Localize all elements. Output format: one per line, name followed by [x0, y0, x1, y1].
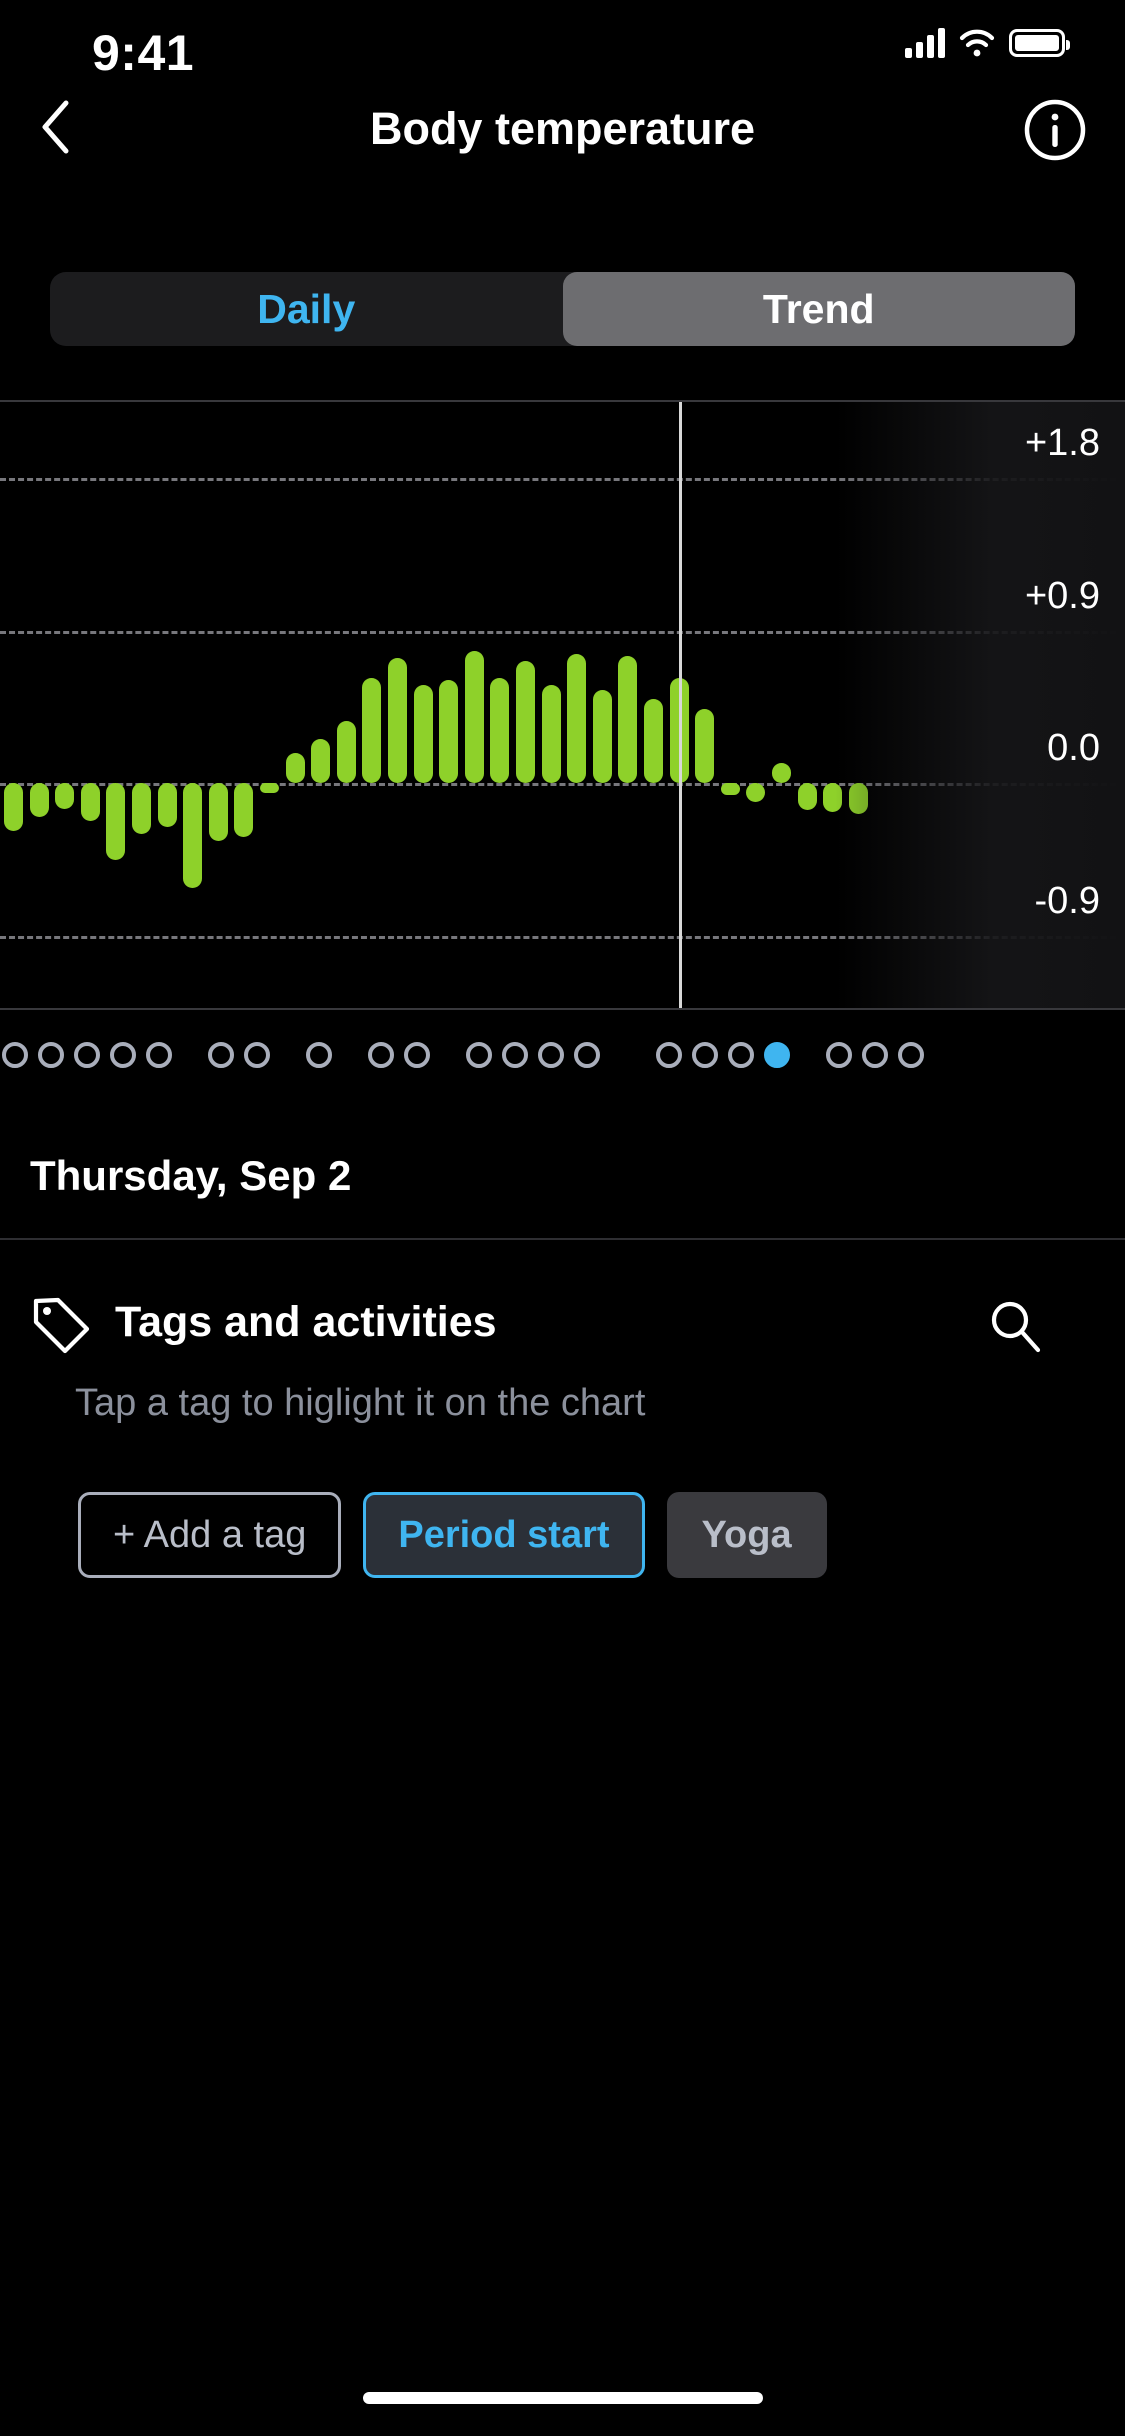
page-dot[interactable] — [146, 1042, 172, 1068]
chart-bar — [823, 783, 843, 813]
chart-bar — [311, 739, 331, 784]
page-dot[interactable] — [764, 1042, 790, 1068]
tag-chip[interactable]: Period start — [363, 1492, 645, 1578]
chart-bar — [388, 657, 407, 784]
chart-bar — [464, 651, 484, 784]
page-title: Body temperature — [369, 103, 756, 154]
chart-bar — [695, 708, 715, 784]
chart-bar — [157, 783, 177, 828]
chart-bar — [516, 661, 535, 784]
chart-bar — [208, 783, 228, 841]
tag-chip[interactable]: Yoga — [666, 1492, 827, 1578]
battery-full-icon — [1009, 29, 1070, 57]
tab-daily[interactable]: Daily — [50, 272, 563, 346]
page-dot[interactable] — [502, 1042, 528, 1068]
page-dot[interactable] — [38, 1042, 64, 1068]
page-dot[interactable] — [692, 1042, 718, 1068]
chart-bar — [260, 783, 279, 794]
chart-page-dots[interactable] — [0, 1020, 1125, 1100]
add-tag-button[interactable]: + Add a tag — [78, 1492, 342, 1578]
tags-section-title: Tags and activities — [115, 1298, 497, 1346]
chart-bars — [0, 402, 1125, 1008]
info-button[interactable] — [1023, 98, 1087, 162]
chart-bar — [720, 783, 740, 796]
chart-bar — [234, 783, 254, 838]
page-dot[interactable] — [656, 1042, 682, 1068]
chart-bar — [618, 656, 638, 784]
tab-trend[interactable]: Trend — [562, 272, 1075, 346]
view-mode-segmented-control[interactable]: Daily Trend — [50, 272, 1075, 346]
chart-bar — [336, 720, 356, 784]
chart-bar — [848, 783, 868, 814]
y-axis-tick-label: +1.8 — [1024, 422, 1100, 465]
chart-bar — [592, 690, 612, 784]
status-bar-icons — [905, 28, 1070, 58]
info-circle-icon — [1023, 99, 1087, 166]
page-dot[interactable] — [208, 1042, 234, 1068]
section-divider — [0, 1238, 1125, 1240]
chart-bar — [362, 678, 382, 784]
chart-bar — [4, 783, 23, 831]
search-icon[interactable] — [985, 1296, 1045, 1356]
wifi-icon — [959, 28, 995, 58]
chart-bar — [80, 783, 100, 821]
chart-bar — [29, 783, 49, 818]
chart-bar — [55, 783, 75, 809]
y-axis-tick-label: 0.0 — [1047, 727, 1100, 770]
y-axis-tick-label: +0.9 — [1024, 574, 1100, 617]
chart-bar — [644, 698, 663, 784]
tags-section-header: Tags and activities — [30, 1290, 1095, 1360]
chart-bar — [132, 783, 151, 835]
chart-bar — [106, 783, 126, 860]
chart-bar — [285, 752, 305, 784]
page-dot[interactable] — [862, 1042, 888, 1068]
page-dot[interactable] — [728, 1042, 754, 1068]
y-axis-tick-label: -0.9 — [1034, 879, 1100, 922]
home-indicator — [362, 2392, 763, 2404]
tag-icon — [30, 1294, 92, 1356]
page-dot[interactable] — [110, 1042, 136, 1068]
chart-bar — [797, 783, 817, 811]
page-dot[interactable] — [306, 1042, 332, 1068]
chart-cursor-line[interactable] — [678, 402, 682, 1008]
page-dot[interactable] — [2, 1042, 28, 1068]
chart-bar — [490, 678, 510, 784]
page-dot[interactable] — [74, 1042, 100, 1068]
page-dot[interactable] — [574, 1042, 600, 1068]
chart-bar — [567, 654, 587, 784]
chart-bar — [772, 762, 791, 784]
page-dot[interactable] — [368, 1042, 394, 1068]
page-dot[interactable] — [898, 1042, 924, 1068]
selected-date-label: Thursday, Sep 2 — [30, 1152, 352, 1199]
chart-bar — [541, 684, 561, 784]
page-dot[interactable] — [244, 1042, 270, 1068]
page-dot[interactable] — [466, 1042, 492, 1068]
chart-bar — [183, 783, 203, 889]
chart-bar — [746, 783, 766, 802]
tag-chip-list: + Add a tag Period start Yoga — [78, 1492, 1078, 1578]
status-bar-time: 9:41 — [92, 25, 195, 81]
tags-section-subtitle: Tap a tag to higlight it on the chart — [75, 1382, 646, 1424]
chart-bar — [413, 684, 433, 784]
navigation-bar: Body temperature — [0, 90, 1125, 168]
signal-bars-icon — [905, 28, 945, 58]
chart-bar — [439, 679, 459, 784]
page-dot[interactable] — [404, 1042, 430, 1068]
page-dot[interactable] — [826, 1042, 852, 1068]
temperature-trend-chart[interactable]: +1.8 +0.9 0.0 -0.9 — [0, 400, 1125, 1010]
page-dot[interactable] — [538, 1042, 564, 1068]
